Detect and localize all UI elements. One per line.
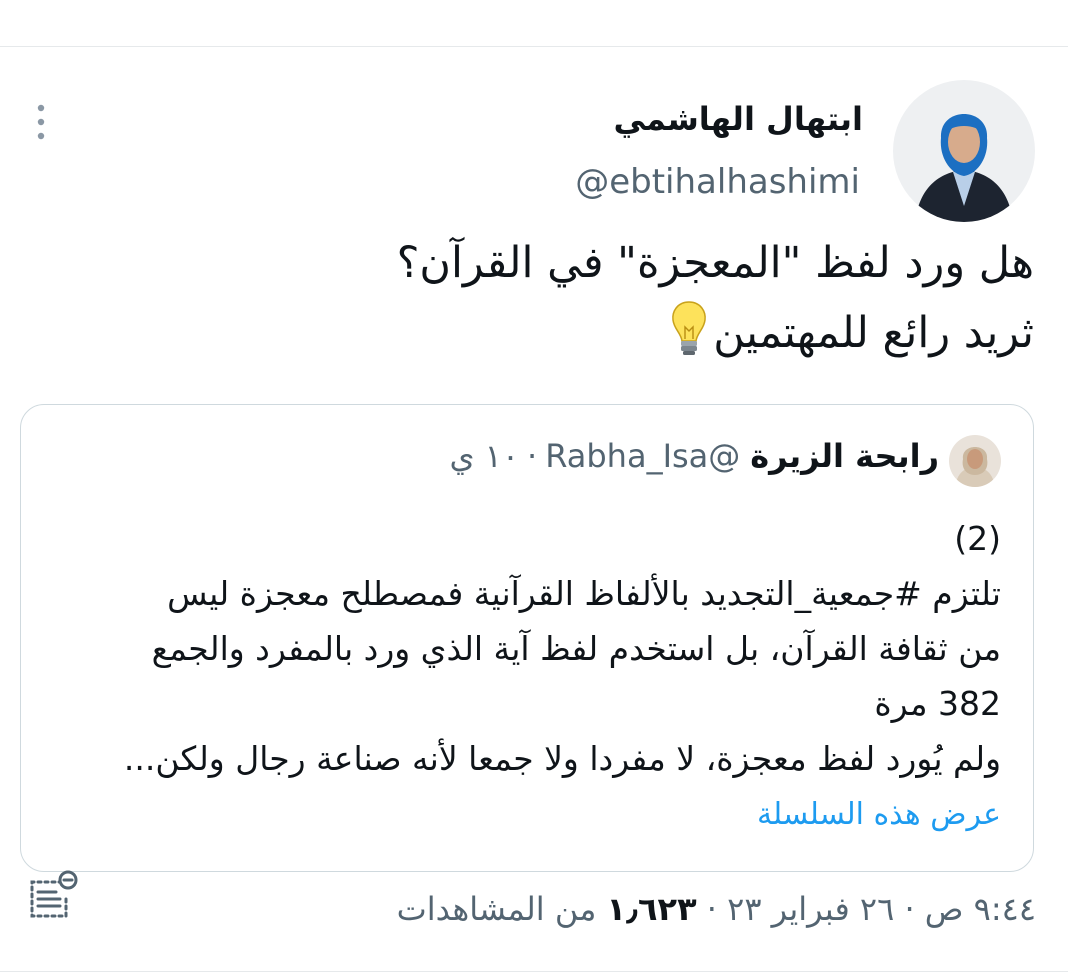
quoted-text-line: (2) — [954, 519, 1001, 558]
tweet-meta: ٩:٤٤ ص · ٢٦ فبراير ٢٣ · ١٫٦٢٣ من المشاهد… — [397, 890, 1036, 928]
tweet-line: هل ورد لفظ "المعجزة" في القرآن؟ — [396, 238, 1034, 288]
quoted-author-avatar[interactable] — [949, 435, 1001, 487]
quoted-tweet-header: رابحة الزيرة @Rabha_Isa·١٠ ي — [449, 437, 939, 475]
more-vertical-icon[interactable] — [34, 104, 48, 140]
quoted-author-name[interactable]: رابحة الزيرة — [750, 437, 939, 475]
tweet-timestamp[interactable]: ٩:٤٤ ص · ٢٦ فبراير ٢٣ · — [697, 890, 1036, 928]
author-avatar[interactable] — [893, 80, 1035, 222]
quoted-text-line: تلتزم #جمعية_التجديد بالألفاظ القرآنية ف… — [167, 574, 1001, 613]
tweet-line: ثريد رائع للمهتمين — [34, 298, 1034, 368]
quoted-text-line: من ثقافة القرآن، بل استخدم لفظ آية الذي … — [151, 629, 1001, 668]
quoted-author-handle[interactable]: @Rabha_Isa — [545, 437, 740, 475]
author-name[interactable]: ابتهال الهاشمي — [613, 100, 863, 138]
header-separator: · — [527, 437, 538, 475]
bottom-divider — [0, 971, 1068, 972]
quoted-text-line: 382 مرة — [874, 684, 1001, 723]
quoted-tweet-card[interactable]: رابحة الزيرة @Rabha_Isa·١٠ ي (2) تلتزم #ج… — [20, 404, 1034, 872]
lightbulb-icon — [672, 301, 707, 355]
quoted-tweet-time[interactable]: ١٠ ي — [449, 437, 519, 475]
quoted-text-line: ولم يُورد لفظ معجزة، لا مفردا ولا جمعا ل… — [123, 739, 1001, 778]
top-divider — [0, 46, 1068, 47]
quoted-tweet-text: (2) تلتزم #جمعية_التجديد بالألفاظ القرآن… — [51, 511, 1001, 786]
views-label: من المشاهدات — [396, 890, 607, 928]
author-handle[interactable]: @ebtihalhashimi — [575, 162, 860, 202]
analytics-icon[interactable] — [22, 868, 82, 928]
tweet-line-text: ثريد رائع للمهتمين — [713, 308, 1034, 358]
show-thread-link[interactable]: عرض هذه السلسلة — [757, 797, 1001, 832]
tweet-text: هل ورد لفظ "المعجزة" في القرآن؟ ثريد رائ… — [34, 228, 1034, 368]
views-count: ١٫٦٢٣ — [606, 890, 697, 928]
